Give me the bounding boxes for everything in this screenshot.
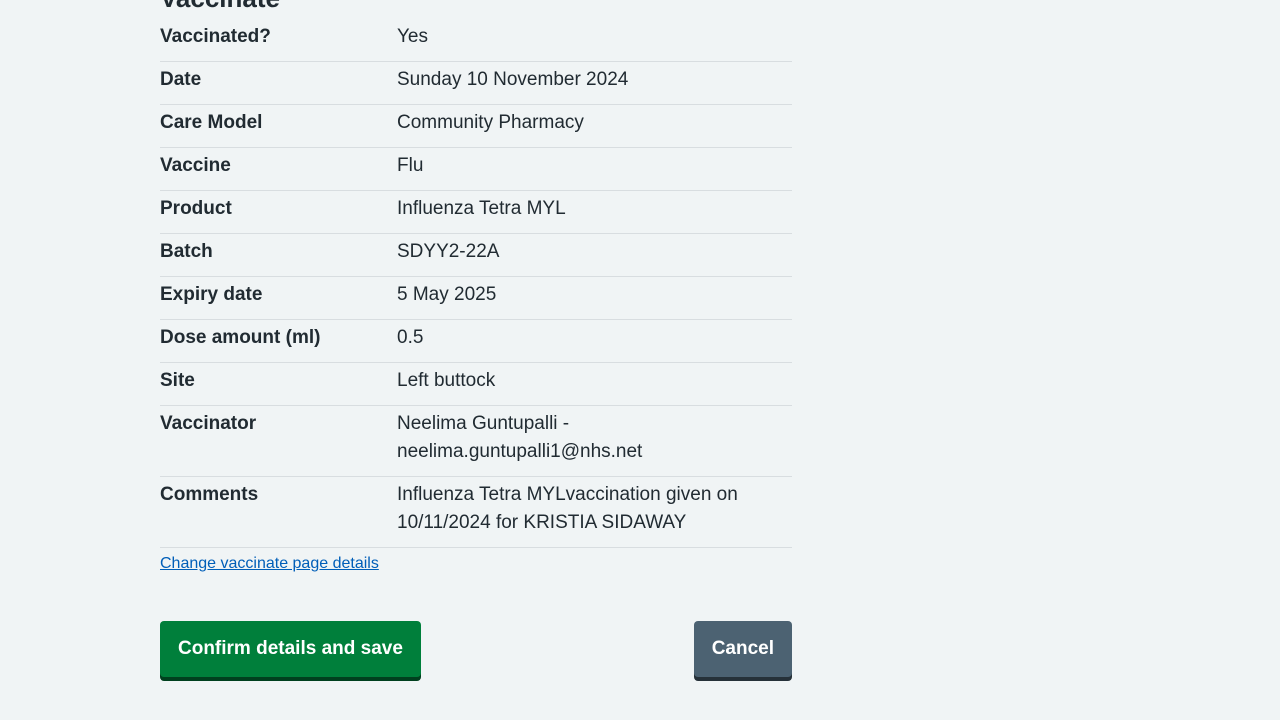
summary-key: Batch (160, 241, 213, 262)
summary-key: Site (160, 370, 195, 391)
summary-key: Vaccinated? (160, 26, 271, 47)
summary-row-site: Site Left buttock (160, 363, 792, 406)
summary-value: Yes (397, 26, 428, 47)
confirm-and-save-button[interactable]: Confirm details and save (160, 621, 421, 677)
section-heading: Vaccinate (160, 0, 280, 14)
summary-row-vaccine: Vaccine Flu (160, 148, 792, 191)
summary-key: Vaccinator (160, 413, 257, 434)
summary-row-product: Product Influenza Tetra MYL (160, 191, 792, 234)
summary-key: Expiry date (160, 284, 263, 305)
summary-key: Care Model (160, 112, 263, 133)
summary-row-dose-amount: Dose amount (ml) 0.5 (160, 320, 792, 363)
summary-key: Comments (160, 484, 259, 505)
summary-key: Vaccine (160, 155, 231, 176)
summary-value: 5 May 2025 (397, 284, 497, 305)
summary-row-care-model: Care Model Community Pharmacy (160, 105, 792, 148)
summary-key: Date (160, 69, 202, 90)
summary-value: Neelima Guntupalli - neelima.guntupalli1… (397, 413, 643, 462)
cancel-button[interactable]: Cancel (693, 621, 792, 677)
summary-row-expiry-date: Expiry date 5 May 2025 (160, 277, 792, 320)
summary-value: SDYY2-22A (397, 241, 500, 262)
summary-value: Influenza Tetra MYLvaccination given on … (397, 484, 738, 533)
summary-key: Dose amount (ml) (160, 327, 321, 348)
summary-row-batch: Batch SDYY2-22A (160, 234, 792, 277)
change-details-link[interactable]: Change vaccinate page details (160, 553, 379, 575)
summary-value: 0.5 (397, 327, 424, 348)
summary-value: Community Pharmacy (397, 112, 584, 133)
summary-value: Influenza Tetra MYL (397, 198, 566, 219)
summary-value: Flu (397, 155, 424, 176)
summary-value: Sunday 10 November 2024 (397, 69, 629, 90)
summary-list: Vaccinated? Yes Date Sunday 10 November … (160, 20, 792, 575)
summary-key: Product (160, 198, 232, 219)
form-actions: Confirm details and save Cancel (160, 621, 792, 681)
summary-value: Left buttock (397, 370, 496, 391)
summary-row-vaccinator: Vaccinator Neelima Guntupalli - neelima.… (160, 406, 792, 477)
summary-row-comments: Comments Influenza Tetra MYLvaccination … (160, 477, 792, 548)
summary-row-date: Date Sunday 10 November 2024 (160, 62, 792, 105)
summary-row-vaccinated: Vaccinated? Yes (160, 20, 792, 62)
